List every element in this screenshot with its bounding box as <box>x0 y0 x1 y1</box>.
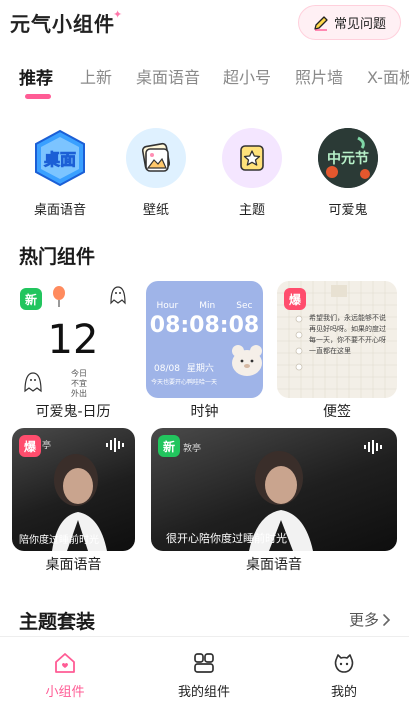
calendar-note: 今日 <box>71 369 87 378</box>
voice-name-tag: 敦亭 <box>183 444 202 454</box>
voice-name-tag: 亭 <box>42 441 52 451</box>
quick-label: 主题 <box>238 203 265 218</box>
calendar-notes: 今日 不宜 外出 <box>71 369 87 398</box>
quick-theme[interactable]: 主题 <box>212 128 292 218</box>
clock-sec-label: Sec <box>236 301 253 311</box>
tab-new[interactable]: 上新 <box>80 64 112 88</box>
hot-section-title: 热门组件 <box>19 246 96 268</box>
widget-note-label: 便签 <box>323 404 351 420</box>
voice-caption: 陪你度过睡前时光 <box>19 535 99 546</box>
badge-new: 新 <box>158 435 180 457</box>
picture-icon <box>126 128 186 188</box>
badge-new: 新 <box>20 288 42 310</box>
cute-ghost-avatar: 中元节 <box>318 128 378 188</box>
widget-clock-label: 时钟 <box>190 404 219 420</box>
cute-ghost-logo-text: 中元节 <box>327 150 369 167</box>
app-title: 元气小组件 <box>10 8 115 37</box>
faq-button[interactable]: 常见问题 <box>298 5 401 40</box>
app-header: 元气小组件 ✦ 常见问题 <box>0 0 409 52</box>
calendar-note: 不宜 <box>71 379 87 388</box>
chevron-right-icon <box>383 613 391 626</box>
clock-unit-labels: Hour Min Sec <box>146 301 263 311</box>
tab-mini[interactable]: 超小号 <box>223 64 271 88</box>
bear-icon <box>232 345 262 376</box>
widget-voice-small-label: 桌面语音 <box>45 557 102 573</box>
widget-voice-wide-label: 桌面语音 <box>246 557 302 573</box>
badge-hot: 爆 <box>19 435 41 457</box>
tab-desktop-voice[interactable]: 桌面语音 <box>136 64 200 88</box>
sparkle-icon: ✦ <box>113 8 123 21</box>
nav-label: 我的组件 <box>177 685 230 700</box>
theme-section-title: 主题套装 <box>19 611 96 633</box>
sound-wave-icon <box>106 438 124 452</box>
clock-date-line: 08/08 星期六 <box>154 361 214 374</box>
more-label: 更多 <box>348 611 379 629</box>
clock-caption: 今天也要开心鸭哇哈一天 <box>151 379 218 386</box>
more-link[interactable]: 更多 <box>349 609 391 630</box>
quick-label: 桌面语音 <box>33 203 86 218</box>
nav-profile[interactable]: 我的 <box>294 651 394 700</box>
profile-face-icon <box>334 654 354 673</box>
clock-hour-label: Hour <box>156 301 179 311</box>
category-tabs: 推荐 上新 桌面语音 超小号 照片墙 X-面板 <box>0 52 409 102</box>
quick-wallpaper[interactable]: 壁纸 <box>116 128 196 218</box>
widget-voice-small[interactable]: 爆 亭 陪你度过睡前时光 <box>12 428 135 551</box>
ghost-doodle-icon <box>24 372 42 393</box>
badge-hot: 爆 <box>284 288 306 310</box>
theme-star-icon <box>222 128 282 188</box>
balloon-icon <box>53 286 65 307</box>
widget-note[interactable]: 爆 希望我们，永远能够不说再见好吗呀。如果的度过每一天，你不要不开心呀一直都在这… <box>277 281 397 398</box>
tab-recommend[interactable]: 推荐 <box>19 64 53 89</box>
quick-cute-ghost[interactable]: 中元节 可爱鬼 <box>308 128 388 218</box>
widget-clock[interactable]: Hour Min Sec 08:08:08 08/08 星期六 今天也要开心鸭哇… <box>146 281 263 398</box>
faq-label: 常见问题 <box>333 17 386 32</box>
clock-time: 08:08:08 <box>149 313 260 338</box>
clock-weekday: 星期六 <box>186 364 214 374</box>
desktop-voice-logo-text: 桌面 <box>44 150 76 169</box>
voice-caption: 很开心陪你度过睡前时光 <box>166 532 287 545</box>
desktop-voice-logo: 桌面 <box>30 128 90 188</box>
note-text: 希望我们，永远能够不说再见好吗呀。如果的度过每一天，你不要不开心呀一直都在这里 <box>309 314 386 355</box>
nav-widgets[interactable]: 小组件 <box>15 651 115 700</box>
widgets-grid-icon <box>194 653 214 673</box>
clock-date: 08/08 <box>154 364 180 374</box>
ghost-doodle-icon <box>110 286 126 305</box>
home-heart-icon <box>55 653 75 673</box>
active-tab-indicator <box>25 94 51 99</box>
tab-photo-wall[interactable]: 照片墙 <box>295 64 343 88</box>
quick-label: 壁纸 <box>142 203 169 218</box>
widget-voice-wide[interactable]: 新 敦亭 很开心陪你度过睡前时光 <box>151 428 397 551</box>
clock-min-label: Min <box>199 301 216 311</box>
quick-label: 可爱鬼 <box>328 203 368 218</box>
pencil-icon <box>314 15 328 31</box>
nav-label: 我的 <box>330 685 357 700</box>
widget-calendar-label: 可爱鬼-日历 <box>35 404 111 420</box>
tab-x-panel[interactable]: X-面板 <box>367 64 409 88</box>
widget-calendar[interactable]: 新 12 今日 不宜 外出 <box>13 281 133 398</box>
calendar-date: 12 <box>47 317 99 363</box>
sound-wave-icon <box>364 440 382 454</box>
bottom-nav: 小组件 我的组件 我的 <box>0 636 409 711</box>
quick-desktop-voice[interactable]: 桌面 桌面语音 <box>20 128 100 218</box>
calendar-note: 外出 <box>71 389 87 398</box>
nav-my-widgets[interactable]: 我的组件 <box>154 651 254 700</box>
nav-label: 小组件 <box>45 685 85 700</box>
